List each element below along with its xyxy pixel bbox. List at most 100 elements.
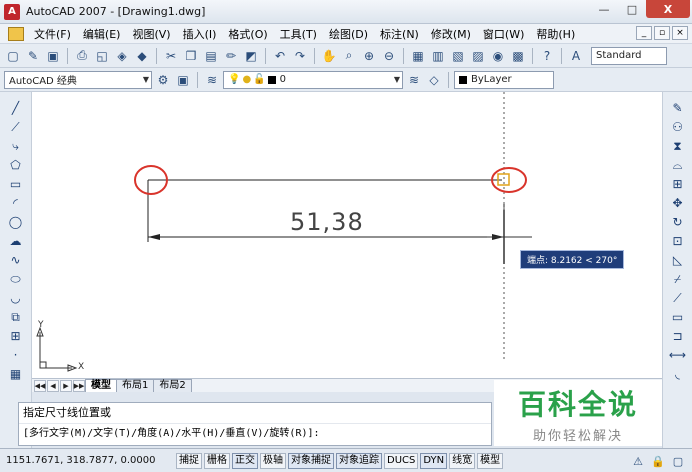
workspace-save-icon[interactable]: ▣: [174, 71, 192, 89]
model-toggle[interactable]: 模型: [477, 452, 504, 469]
document-icon[interactable]: [8, 26, 24, 41]
block-editor-icon[interactable]: ◩: [242, 47, 260, 65]
stretch-icon[interactable]: ◺: [669, 252, 687, 268]
hatch-icon[interactable]: ▦: [7, 366, 25, 382]
make-block-icon[interactable]: ⊞: [7, 328, 25, 344]
rotate-icon[interactable]: ↻: [669, 214, 687, 230]
erase-icon[interactable]: ✎: [669, 100, 687, 116]
save-icon[interactable]: ▣: [44, 47, 62, 65]
color-dropdown[interactable]: ByLayer: [454, 70, 554, 89]
rectangle-icon[interactable]: ▭: [7, 176, 25, 192]
new-file-icon[interactable]: ▢: [4, 47, 22, 65]
insert-block-icon[interactable]: ⧉: [7, 309, 25, 325]
drawing-canvas[interactable]: 51,38 端点: 8.2162 < 270° Y X: [32, 92, 662, 378]
point-icon[interactable]: ·: [7, 347, 25, 363]
paste-icon[interactable]: ▤: [202, 47, 220, 65]
construction-line-icon[interactable]: ⟋: [7, 119, 25, 135]
circle-icon[interactable]: ◯: [7, 214, 25, 230]
undo-icon[interactable]: ↶: [271, 47, 289, 65]
doc-minimize-button[interactable]: _: [636, 26, 652, 40]
maximize-button[interactable]: □: [618, 0, 646, 18]
close-button[interactable]: X: [646, 0, 690, 18]
polar-toggle[interactable]: 极轴: [260, 452, 286, 469]
menu-modify[interactable]: 修改(M): [425, 26, 477, 42]
lineweight-toggle[interactable]: 线宽: [449, 452, 476, 469]
menu-dimension[interactable]: 标注(N): [374, 26, 425, 42]
polygon-icon[interactable]: ⬠: [7, 157, 25, 173]
minimize-button[interactable]: —: [590, 0, 618, 18]
zoom-previous-icon[interactable]: ⊖: [380, 47, 398, 65]
cut-icon[interactable]: ✂: [162, 47, 180, 65]
tab-layout1[interactable]: 布局1: [116, 379, 155, 392]
doc-restore-button[interactable]: ▫: [654, 26, 670, 40]
array-icon[interactable]: ⊞: [669, 176, 687, 192]
menu-draw[interactable]: 绘图(D): [323, 26, 374, 42]
autocad-app-icon[interactable]: A: [4, 3, 20, 20]
3d-dwf-icon[interactable]: ◆: [133, 47, 151, 65]
menu-tools[interactable]: 工具(T): [274, 26, 323, 42]
next-tab-button[interactable]: ▶: [60, 379, 72, 392]
menu-file[interactable]: 文件(F): [28, 26, 77, 42]
match-properties-icon[interactable]: ✏: [222, 47, 240, 65]
zoom-realtime-icon[interactable]: ⌕: [340, 47, 358, 65]
open-file-icon[interactable]: ✎: [24, 47, 42, 65]
spline-icon[interactable]: ∿: [7, 252, 25, 268]
polyline-icon[interactable]: ⤷: [7, 138, 25, 154]
layer-dropdown[interactable]: 💡 ● 🔓 0 ▼: [223, 70, 403, 89]
copy-object-icon[interactable]: ⚇: [669, 119, 687, 135]
publish-icon[interactable]: ◈: [113, 47, 131, 65]
osnap-toggle[interactable]: 对象捕捉: [288, 452, 334, 469]
layer-previous-icon[interactable]: ◇: [425, 71, 443, 89]
chamfer-icon[interactable]: ⟷: [669, 347, 687, 363]
scale-icon[interactable]: ⊡: [669, 233, 687, 249]
plot-preview-icon[interactable]: ◱: [93, 47, 111, 65]
command-window[interactable]: 指定尺寸线位置或 [多行文字(M)/文字(T)/角度(A)/水平(H)/垂直(V…: [18, 402, 492, 446]
markup-icon[interactable]: ◉: [489, 47, 507, 65]
ellipse-icon[interactable]: ⬭: [7, 271, 25, 287]
menu-help[interactable]: 帮助(H): [530, 26, 581, 42]
dyn-toggle[interactable]: DYN: [420, 452, 448, 469]
join-icon[interactable]: ⊐: [669, 328, 687, 344]
clean-screen-icon[interactable]: ▢: [670, 453, 686, 469]
tab-model[interactable]: 模型: [85, 379, 117, 392]
break-icon[interactable]: ▭: [669, 309, 687, 325]
menu-format[interactable]: 格式(O): [222, 26, 273, 42]
offset-icon[interactable]: ⌓: [669, 157, 687, 173]
tool-palettes-icon[interactable]: ▧: [449, 47, 467, 65]
communication-center-icon[interactable]: ⚠: [630, 453, 646, 469]
layer-manager-icon[interactable]: ≋: [203, 71, 221, 89]
menu-window[interactable]: 窗口(W): [477, 26, 530, 42]
arc-icon[interactable]: ◜: [7, 195, 25, 211]
ortho-toggle[interactable]: 正交: [232, 452, 258, 469]
design-center-icon[interactable]: ▥: [429, 47, 447, 65]
redo-icon[interactable]: ↷: [291, 47, 309, 65]
text-style-dropdown[interactable]: Standard: [591, 46, 667, 65]
trim-icon[interactable]: ⌿: [669, 271, 687, 287]
menu-edit[interactable]: 编辑(E): [77, 26, 127, 42]
move-icon[interactable]: ✥: [669, 195, 687, 211]
previous-tab-button[interactable]: ◀: [47, 379, 59, 392]
workspace-settings-icon[interactable]: ⚙: [154, 71, 172, 89]
help-icon[interactable]: ?: [538, 47, 556, 65]
menu-view[interactable]: 视图(V): [126, 26, 176, 42]
extend-icon[interactable]: ⟋: [669, 290, 687, 306]
first-tab-button[interactable]: ◀◀: [34, 379, 46, 392]
sheet-set-icon[interactable]: ▨: [469, 47, 487, 65]
line-icon[interactable]: ╱: [7, 100, 25, 116]
snap-toggle[interactable]: 捕捉: [176, 452, 202, 469]
make-current-layer-icon[interactable]: ≋: [405, 71, 423, 89]
properties-icon[interactable]: ▦: [409, 47, 427, 65]
last-tab-button[interactable]: ▶▶: [73, 379, 85, 392]
otrack-toggle[interactable]: 对象追踪: [336, 452, 382, 469]
fillet-icon[interactable]: ◟: [669, 366, 687, 382]
workspace-dropdown[interactable]: AutoCAD 经典 ▼: [4, 70, 152, 89]
zoom-window-icon[interactable]: ⊕: [360, 47, 378, 65]
tab-layout2[interactable]: 布局2: [153, 379, 192, 392]
mirror-icon[interactable]: ⧗: [669, 138, 687, 154]
coordinate-readout[interactable]: 1151.7671, 318.7877, 0.0000: [6, 455, 174, 466]
print-icon[interactable]: ⎙: [73, 47, 91, 65]
calculator-icon[interactable]: ▩: [509, 47, 527, 65]
command-prompt-line[interactable]: [多行文字(M)/文字(T)/角度(A)/水平(H)/垂直(V)/旋转(R)]:: [19, 423, 491, 443]
menu-insert[interactable]: 插入(I): [177, 26, 223, 42]
lock-icon[interactable]: 🔒: [650, 453, 666, 469]
